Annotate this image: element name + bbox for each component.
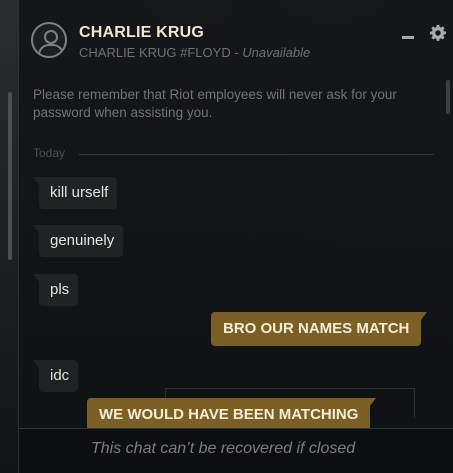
minimize-icon[interactable] — [402, 36, 414, 39]
chat-footer: This chat can’t be recovered if closed — [19, 428, 453, 473]
left-panel-edge — [0, 0, 18, 473]
date-divider: Today — [33, 146, 434, 162]
contact-name[interactable]: CHARLIE KRUG — [79, 24, 204, 42]
date-divider-line — [79, 154, 434, 155]
chat-closed-notice: This chat can’t be recovered if closed — [91, 440, 356, 457]
status-separator: - — [234, 45, 239, 60]
gear-icon[interactable] — [429, 24, 447, 42]
contact-status: Unavailable — [242, 45, 311, 60]
chat-header: CHARLIE KRUG CHARLIE KRUG #FLOYD - Unava… — [19, 0, 453, 80]
outgoing-message[interactable]: BRO OUR NAMES MATCH — [211, 312, 428, 346]
outgoing-message[interactable]: WE WOULD HAVE BEEN MATCHING — [87, 398, 377, 432]
left-scrollbar[interactable] — [8, 92, 12, 260]
contact-subline: CHARLIE KRUG #FLOYD - Unavailable — [79, 45, 310, 60]
incoming-message[interactable]: kill urself — [32, 177, 118, 209]
security-warning: Please remember that Riot employees will… — [33, 87, 397, 120]
chat-scrollbar[interactable] — [446, 80, 450, 114]
avatar-shoulders — [38, 44, 64, 56]
chat-window: CHARLIE KRUG CHARLIE KRUG #FLOYD - Unava… — [18, 0, 453, 473]
incoming-message[interactable]: genuinely — [32, 225, 124, 257]
contact-tag: CHARLIE KRUG #FLOYD — [79, 45, 231, 60]
incoming-message[interactable]: pls — [32, 274, 79, 306]
date-divider-label: Today — [33, 146, 66, 160]
incoming-message[interactable]: idc — [32, 360, 79, 392]
avatar-head — [44, 30, 58, 44]
avatar-icon[interactable] — [31, 22, 67, 58]
